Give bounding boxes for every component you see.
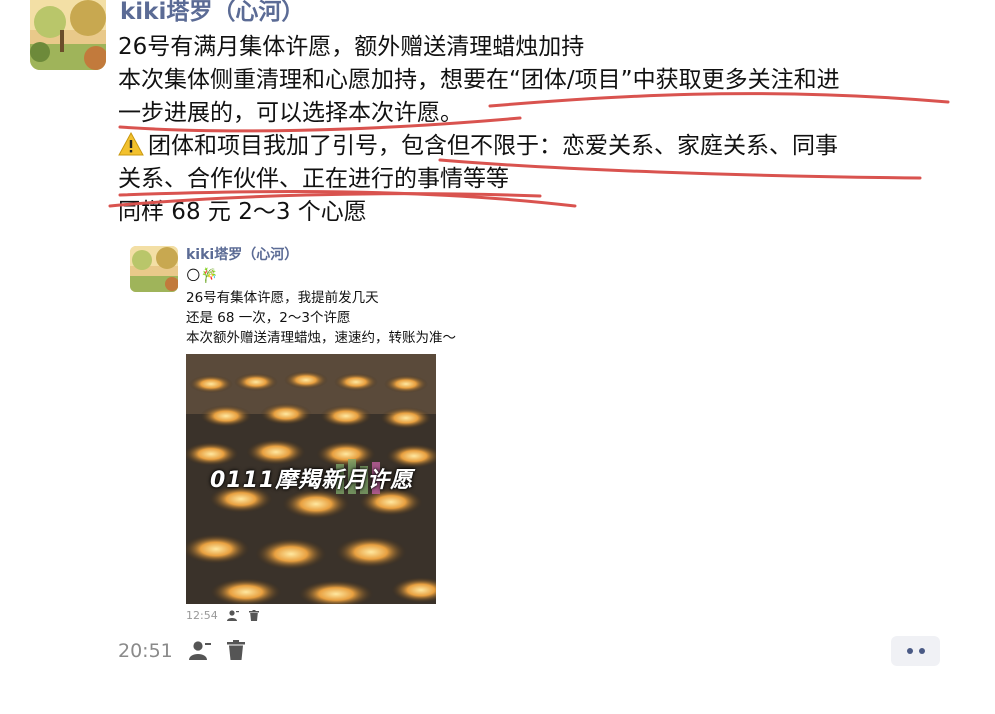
message-line: 一步进展的，可以选择本次许愿。 [118,100,463,126]
candle-photo[interactable]: 0111摩羯新月许愿 [186,354,436,604]
quoted-message-card[interactable]: kiki塔罗（心河） 🌕🎋 26号有集体许愿，我提前发几天 还是 68 一次，2… [118,236,518,631]
message-meta: 20:51 [118,640,245,665]
more-button[interactable] [891,636,940,666]
quoted-meta: 12:54 [186,609,259,624]
quoted-time: 12:54 [186,609,218,622]
message-line-text: 团体和项目我加了引号，包含但不限于：恋爱关系、家庭关系、同事 [148,133,838,159]
more-icon-dot [906,648,913,654]
quoted-line: 26号有集体许愿，我提前发几天 [186,290,379,306]
message-line: 同样 68 元 2～3 个心愿 [118,199,367,225]
more-icon-dot [918,648,925,654]
message-line-warning: 团体和项目我加了引号，包含但不限于：恋爱关系、家庭关系、同事 [118,130,838,163]
quoted-emoji: 🌕🎋 [186,268,219,284]
quoted-author-name[interactable]: kiki塔罗（心河） [186,244,298,264]
quoted-line: 本次额外赠送清理蜡烛，速速约，转账为准～ [186,330,456,346]
photo-caption: 0111摩羯新月许愿 [210,468,414,493]
message-line: 26号有满月集体许愿，额外赠送清理蜡烛加持 [118,34,585,60]
quoted-line: 还是 68 一次，2～3个许愿 [186,310,351,326]
message-line: 本次集体侧重清理和心愿加持，想要在“团体/项目”中获取更多关注和进 [118,67,840,93]
user-icon[interactable] [188,640,211,665]
message-line: 关系、合作伙伴、正在进行的事情等等 [118,166,509,192]
message-time: 20:51 [118,640,173,662]
quoted-author-avatar[interactable] [130,246,178,292]
author-avatar[interactable] [30,0,106,70]
warning-icon [118,131,144,156]
trash-icon[interactable] [226,640,245,665]
trash-icon[interactable] [248,610,259,624]
author-name[interactable]: kiki塔罗（心河） [120,0,304,26]
user-icon[interactable] [227,610,240,624]
